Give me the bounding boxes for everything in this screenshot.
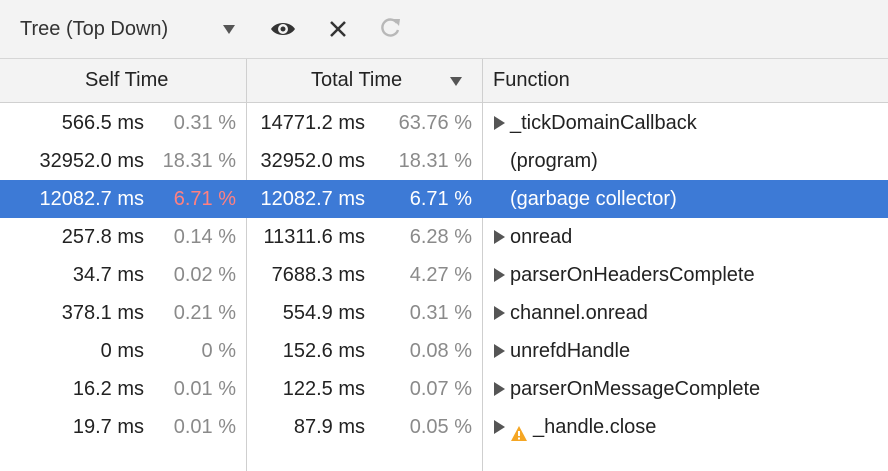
self-percent-value: 18.31 %: [162, 150, 236, 172]
expand-triangle-icon[interactable]: [494, 230, 505, 244]
self-time-value: 378.1 ms: [61, 302, 144, 324]
function-cell: (garbage collector): [510, 180, 677, 218]
function-name: _handle.close: [533, 416, 657, 438]
total-percent-value: 0.07 %: [409, 378, 472, 400]
function-name: _tickDomainCallback: [510, 112, 697, 134]
total-percent-value: 4.27 %: [409, 264, 472, 286]
close-icon[interactable]: [326, 17, 350, 41]
function-cell: (program): [510, 142, 598, 180]
expand-triangle-icon[interactable]: [494, 344, 505, 358]
self-time-value: 257.8 ms: [61, 226, 144, 248]
total-percent-value: 6.71 %: [409, 188, 472, 210]
total-time-value: 11311.6 ms: [263, 226, 365, 248]
self-percent-value: 0.01 %: [173, 416, 236, 438]
self-time-value: 12082.7 ms: [39, 188, 144, 210]
self-time-value: 0 ms: [100, 340, 144, 362]
function-name: onread: [510, 226, 573, 248]
total-time-value: 152.6 ms: [282, 340, 365, 362]
expand-triangle-icon[interactable]: [494, 306, 505, 320]
total-time-value: 14771.2 ms: [260, 112, 365, 134]
expand-triangle-icon[interactable]: [494, 116, 505, 130]
table-row[interactable]: 16.2 ms 0.01 % 122.5 ms 0.07 % parserOnMessa…: [0, 370, 888, 408]
function-cell: parserOnHeadersComplete: [494, 256, 755, 294]
eye-icon[interactable]: [268, 17, 298, 41]
expand-triangle-icon[interactable]: [494, 268, 505, 282]
function-name: unrefdHandle: [510, 340, 631, 362]
table-row[interactable]: 19.7 ms 0.01 % 87.9 ms 0.05 % _handle.close: [0, 408, 888, 446]
table-row[interactable]: 34.7 ms 0.02 % 7688.3 ms 4.27 % parserOnHead…: [0, 256, 888, 294]
function-cell: unrefdHandle: [494, 332, 630, 370]
function-cell: channel.onread: [494, 294, 648, 332]
reload-icon[interactable]: [377, 15, 403, 41]
total-percent-value: 63.76 %: [398, 112, 472, 134]
self-percent-value: 0 %: [201, 340, 236, 362]
function-cell: onread: [494, 218, 572, 256]
table-row[interactable]: 12082.7 ms 6.71 % 12082.7 ms 6.71 % (garbage…: [0, 180, 888, 218]
self-percent-value: 0.02 %: [173, 264, 236, 286]
table-row[interactable]: 0 ms 0 % 152.6 ms 0.08 % unrefdHandle: [0, 332, 888, 370]
total-time-value: 7688.3 ms: [271, 264, 365, 286]
function-name: channel.onread: [510, 302, 648, 324]
total-time-value: 12082.7 ms: [260, 188, 365, 210]
total-time-value: 122.5 ms: [282, 378, 365, 400]
function-name: parserOnHeadersComplete: [510, 264, 755, 286]
self-percent-value: 0.14 %: [173, 226, 236, 248]
total-time-value: 87.9 ms: [293, 416, 365, 438]
table-row[interactable]: 32952.0 ms 18.31 % 32952.0 ms 18.31 % (progr…: [0, 142, 888, 180]
table-row[interactable]: 378.1 ms 0.21 % 554.9 ms 0.31 % channel.onre…: [0, 294, 888, 332]
self-time-value: 566.5 ms: [61, 112, 144, 134]
total-time-value: 554.9 ms: [282, 302, 365, 324]
function-cell: _handle.close: [494, 408, 656, 446]
total-percent-value: 0.31 %: [409, 302, 472, 324]
self-time-value: 19.7 ms: [72, 416, 144, 438]
profiler-toolbar: Tree (Top Down): [0, 0, 888, 59]
table-header: Self Time Total Time Function: [0, 59, 888, 103]
expand-triangle-icon[interactable]: [494, 382, 505, 396]
total-percent-value: 0.08 %: [409, 340, 472, 362]
self-percent-value: 0.21 %: [173, 302, 236, 324]
self-percent-value: 6.71 %: [173, 188, 236, 210]
function-cell: parserOnMessageComplete: [494, 370, 760, 408]
table-row[interactable]: 257.8 ms 0.14 % 11311.6 ms 6.28 % onread: [0, 218, 888, 256]
function-name: parserOnMessageComplete: [510, 378, 761, 400]
self-time-value: 32952.0 ms: [39, 150, 144, 172]
dropdown-arrow-icon[interactable]: [219, 14, 241, 44]
self-percent-value: 0.01 %: [173, 378, 236, 400]
sort-descending-icon[interactable]: [447, 59, 465, 102]
expand-triangle-icon[interactable]: [494, 420, 505, 434]
self-percent-value: 0.31 %: [173, 112, 236, 134]
warning-icon: [510, 418, 528, 441]
function-cell: _tickDomainCallback: [494, 104, 697, 142]
function-header[interactable]: Function: [493, 59, 570, 102]
self-time-value: 34.7 ms: [72, 264, 144, 286]
view-mode-select[interactable]: Tree (Top Down): [20, 14, 168, 44]
total-percent-value: 6.28 %: [409, 226, 472, 248]
total-percent-value: 0.05 %: [409, 416, 472, 438]
total-time-header[interactable]: Total Time: [311, 59, 402, 102]
self-time-header[interactable]: Self Time: [85, 59, 168, 102]
self-time-value: 16.2 ms: [72, 378, 144, 400]
total-time-value: 32952.0 ms: [260, 150, 365, 172]
function-name: (program): [510, 150, 598, 172]
function-name: (garbage collector): [510, 188, 677, 210]
table-row[interactable]: 566.5 ms 0.31 % 14771.2 ms 63.76 % _tickDoma…: [0, 104, 888, 142]
call-tree-rows: 566.5 ms 0.31 % 14771.2 ms 63.76 % _tickDoma…: [0, 104, 888, 446]
total-percent-value: 18.31 %: [398, 150, 472, 172]
